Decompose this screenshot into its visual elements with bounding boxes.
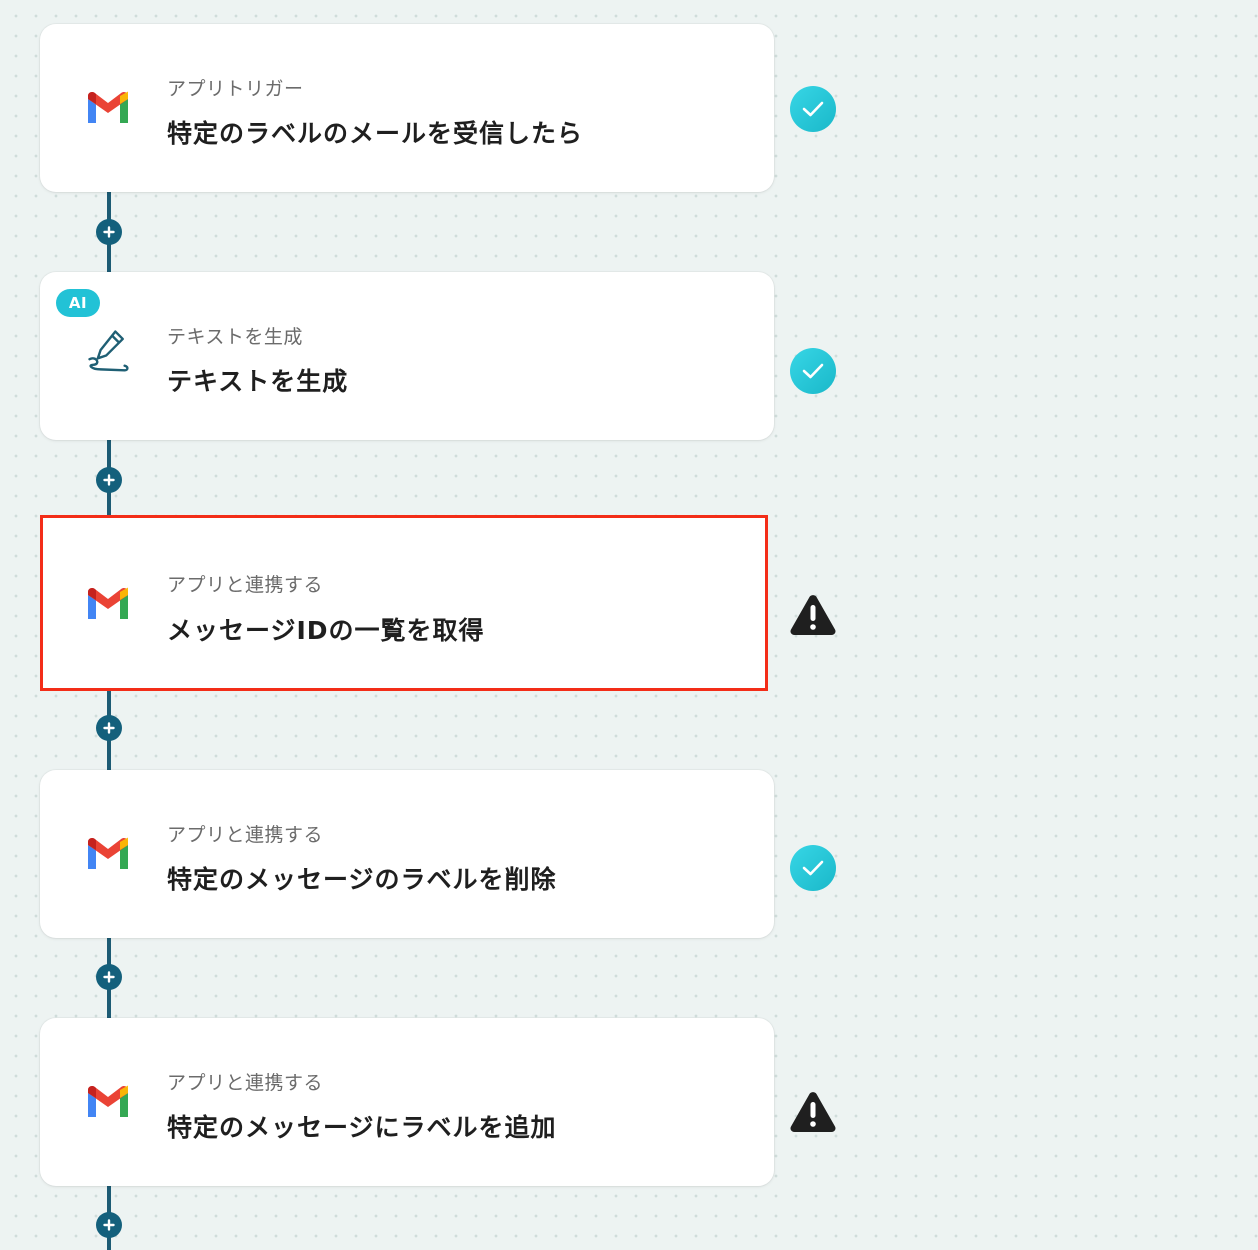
gmail-icon [84,584,132,624]
status-ok-indicator [789,844,837,892]
step-card-add-label[interactable]: アプリと連携する 特定のメッセージにラベルを追加 [40,1018,774,1186]
step-card-remove-label[interactable]: アプリと連携する 特定のメッセージのラベルを削除 [40,770,774,938]
gmail-icon [84,88,132,128]
gmail-icon [84,834,132,874]
step-card-list-message-ids[interactable]: アプリと連携する メッセージIDの一覧を取得 [40,515,768,691]
status-ok-indicator [789,347,837,395]
step-title: メッセージIDの一覧を取得 [167,616,485,645]
ai-badge: AI [56,289,100,317]
step-title: 特定のラベルのメールを受信したら [167,119,584,148]
step-type-label: アプリと連携する [167,824,324,846]
step-title: 特定のメッセージのラベルを削除 [167,865,557,894]
warning-icon [790,1092,836,1132]
step-title: 特定のメッセージにラベルを追加 [167,1113,557,1142]
add-step-button[interactable] [96,715,122,741]
status-ok-indicator [789,85,837,133]
plus-icon [103,722,115,734]
plus-icon [103,474,115,486]
add-step-button[interactable] [96,219,122,245]
plus-icon [103,1219,115,1231]
plus-icon [103,971,115,983]
gmail-icon [84,1082,132,1122]
step-type-label: アプリと連携する [167,1072,324,1094]
step-type-label: アプリトリガー [167,78,304,100]
workflow-canvas: アプリトリガー 特定のラベルのメールを受信したら AI テキストを生成 テキスト… [0,0,1258,1250]
checkmark-icon [790,348,836,394]
add-step-button[interactable] [96,964,122,990]
step-type-label: アプリと連携する [167,574,324,596]
add-step-button[interactable] [96,467,122,493]
status-warning-indicator [789,1088,837,1136]
warning-icon [790,595,836,635]
pen-icon [84,330,132,372]
checkmark-icon [790,845,836,891]
status-warning-indicator [789,591,837,639]
step-type-label: テキストを生成 [167,326,303,348]
step-card-trigger[interactable]: アプリトリガー 特定のラベルのメールを受信したら [40,24,774,192]
add-step-button[interactable] [96,1212,122,1238]
checkmark-icon [790,86,836,132]
plus-icon [103,226,115,238]
step-title: テキストを生成 [167,367,349,396]
step-card-generate-text[interactable]: AI テキストを生成 テキストを生成 [40,272,774,440]
